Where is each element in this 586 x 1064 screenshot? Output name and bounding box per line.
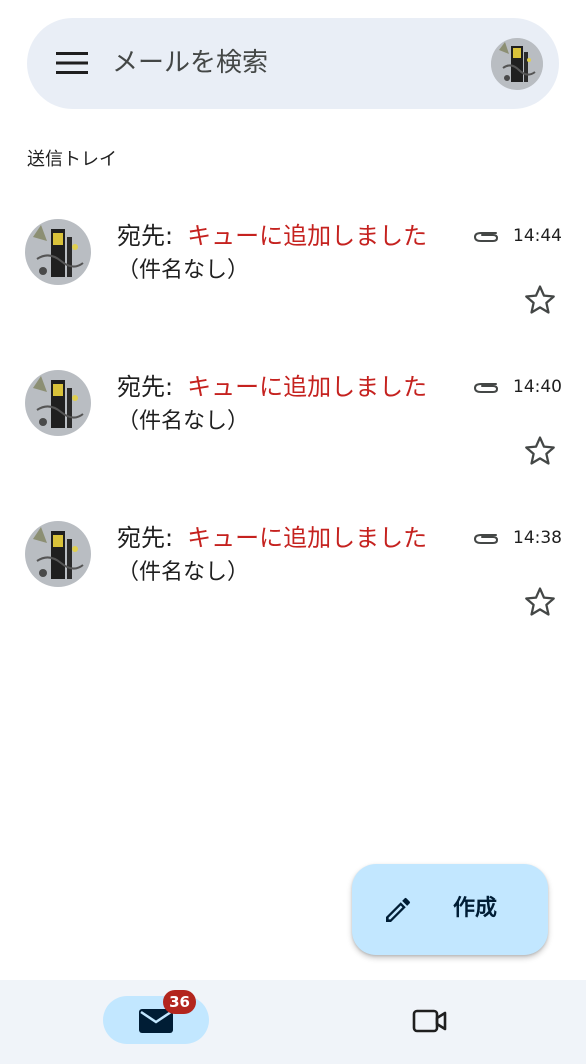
pencil-icon [386, 897, 411, 922]
account-avatar[interactable] [491, 38, 543, 90]
mail-recipient-line: 宛先: キューに追加しました [117, 219, 427, 253]
sender-avatar [25, 521, 91, 587]
mail-recipient-line: 宛先: キューに追加しました [117, 370, 427, 404]
mail-subject: （件名なし） [117, 409, 250, 434]
paperclip-icon [473, 383, 499, 393]
star-icon[interactable] [523, 434, 557, 468]
mail-recipient-line: 宛先: キューに追加しました [117, 521, 427, 555]
search-bar[interactable]: メールを検索 [27, 18, 559, 109]
queued-status: キューに追加しました [187, 222, 428, 250]
mail-subject: （件名なし） [117, 258, 250, 283]
sender-avatar [25, 219, 91, 285]
mail-list-item[interactable]: 宛先: キューに追加しました 14:40 （件名なし） [0, 346, 586, 486]
mail-time: 14:44 [513, 226, 562, 246]
paperclip-icon [473, 232, 499, 242]
nav-mail-tab[interactable]: 36 [103, 990, 209, 1044]
mail-subject: （件名なし） [117, 560, 250, 585]
video-camera-icon [412, 1009, 447, 1033]
star-icon[interactable] [523, 585, 557, 619]
queued-status: キューに追加しました [187, 373, 428, 401]
search-input[interactable]: メールを検索 [112, 45, 268, 81]
folder-title: 送信トレイ [27, 149, 117, 170]
nav-meet-tab[interactable] [395, 996, 465, 1044]
bottom-navigation: 36 [0, 980, 586, 1064]
sender-avatar [25, 370, 91, 436]
mail-time: 14:40 [513, 377, 562, 397]
to-label: 宛先: [117, 373, 174, 401]
to-label: 宛先: [117, 222, 174, 250]
compose-label: 作成 [453, 896, 498, 921]
mail-list-item[interactable]: 宛先: キューに追加しました 14:44 （件名なし） [0, 195, 586, 335]
unread-count-badge: 36 [163, 990, 196, 1014]
menu-icon[interactable] [56, 51, 88, 75]
compose-button[interactable]: 作成 [352, 864, 548, 955]
paperclip-icon [473, 534, 499, 544]
queued-status: キューに追加しました [187, 524, 428, 552]
to-label: 宛先: [117, 524, 174, 552]
star-icon[interactable] [523, 283, 557, 317]
mail-list-item[interactable]: 宛先: キューに追加しました 14:38 （件名なし） [0, 497, 586, 637]
mail-time: 14:38 [513, 528, 562, 548]
